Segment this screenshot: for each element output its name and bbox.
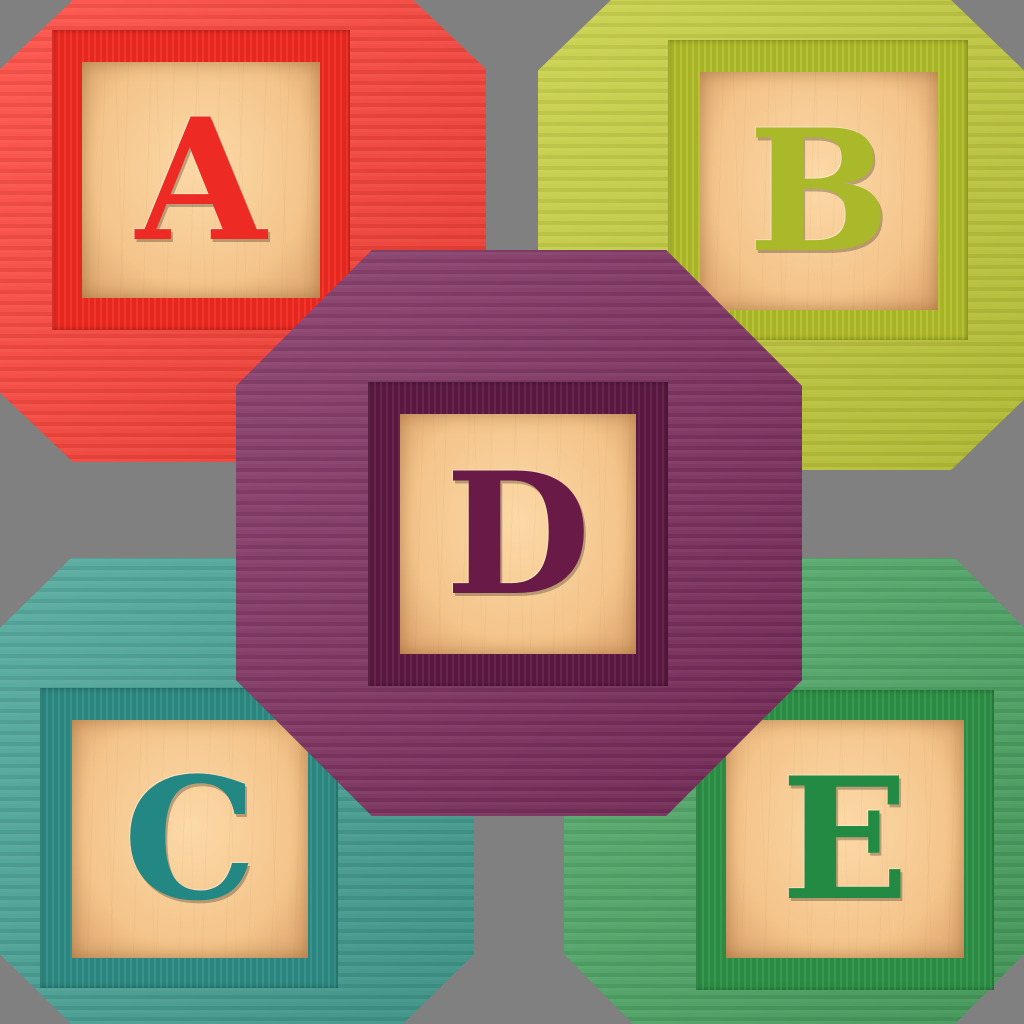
- block-a-letter: A: [135, 81, 267, 279]
- block-d-face: D: [400, 414, 636, 654]
- block-d: D: [236, 250, 802, 816]
- alphabet-blocks-image: A B C E D: [0, 0, 1024, 1024]
- block-d-letter: D: [445, 435, 591, 633]
